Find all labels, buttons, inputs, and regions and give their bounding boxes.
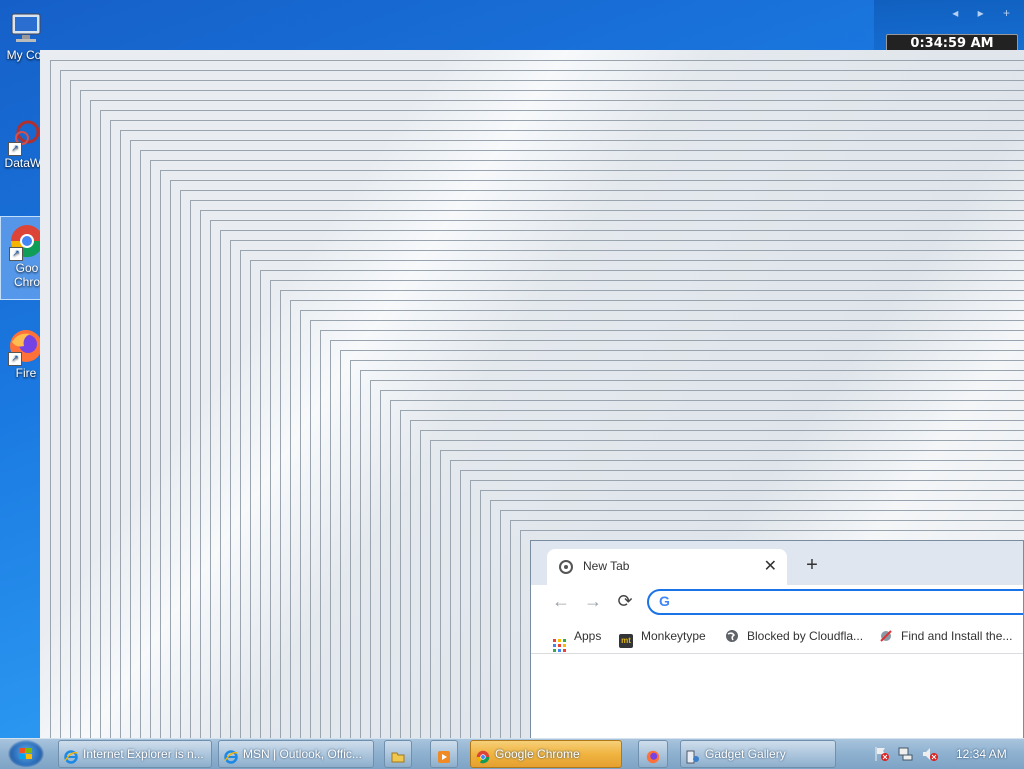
bookmark-find-and-install[interactable]: Find and Install the...: [879, 629, 1012, 643]
shortcut-arrow-icon: ↗: [9, 247, 23, 261]
shortcut-arrow-icon: ↗: [8, 352, 22, 366]
chrome-icon: [476, 747, 490, 764]
bookmark-blocked-by-cloudflare[interactable]: Blocked by Cloudfla...: [725, 629, 863, 643]
taskbar-button-label: Internet Explorer is n...: [83, 747, 204, 761]
tab-new-tab[interactable]: New Tab ✕: [547, 549, 787, 585]
monkeytype-icon: mt: [619, 634, 633, 648]
address-bar[interactable]: G: [647, 589, 1023, 615]
shortcut-arrow-icon: ↗: [8, 142, 22, 156]
ie-icon: [224, 747, 238, 764]
apps-grid-icon: [553, 639, 566, 652]
taskbar-button-msn[interactable]: MSN | Outlook, Offic...: [218, 740, 374, 768]
explorer-folder-icon: [391, 747, 405, 763]
action-center-flag-icon[interactable]: [874, 746, 890, 762]
firefox-icon: [646, 747, 660, 764]
volume-muted-icon[interactable]: [922, 746, 938, 762]
chrome-window[interactable]: New Tab ✕ + ← → ⟳ G Apps mt Monkeytype Bl…: [530, 540, 1024, 740]
google-g-icon: G: [659, 593, 670, 609]
back-arrow-icon[interactable]: ←: [549, 591, 573, 612]
taskbar-button-label: Gadget Gallery: [705, 747, 786, 761]
reload-icon[interactable]: ⟳: [613, 591, 637, 612]
taskbar-button-gadget-gallery[interactable]: Gadget Gallery: [680, 740, 836, 768]
taskbar-button-label: Google Chrome: [495, 747, 580, 761]
chrome-favicon-icon: [559, 560, 573, 574]
chrome-toolbar: ← → ⟳ G: [531, 585, 1023, 621]
taskbar-clock[interactable]: 12:34 AM: [956, 747, 1007, 761]
taskbar-button-explorer[interactable]: [384, 740, 412, 768]
address-input[interactable]: [679, 593, 1023, 613]
media-player-icon: [437, 747, 451, 763]
windows-logo-icon: [19, 748, 33, 760]
datawarrior-icon: ↗: [8, 118, 44, 156]
firefox-icon: ↗: [8, 328, 44, 366]
taskbar-button-google-chrome[interactable]: Google Chrome: [470, 740, 622, 768]
bookmark-label: Monkeytype: [641, 629, 706, 643]
ie-icon: [64, 747, 78, 764]
network-icon[interactable]: [898, 746, 914, 762]
close-tab-icon[interactable]: ✕: [764, 556, 777, 576]
desktop-icon-label: Goo Chro: [13, 261, 40, 289]
bookmark-label: Blocked by Cloudfla...: [747, 629, 864, 643]
globe-icon: [725, 629, 739, 643]
tab-title: New Tab: [583, 559, 630, 573]
start-button[interactable]: [8, 740, 44, 768]
taskbar: Internet Explorer is n... MSN | Outlook,…: [0, 738, 1024, 769]
computer-icon: [8, 10, 44, 46]
bookmark-apps[interactable]: Apps: [553, 629, 601, 652]
gadget-icon: [879, 629, 893, 643]
bookmarks-bar: Apps mt Monkeytype Blocked by Cloudfla...…: [531, 621, 1023, 654]
chrome-tabstrip: New Tab ✕ +: [531, 541, 1023, 585]
taskbar-button-label: MSN | Outlook, Offic...: [243, 747, 362, 761]
taskbar-button-internet-explorer[interactable]: Internet Explorer is n...: [58, 740, 212, 768]
gadget-nav-controls[interactable]: ◂ ▸ +: [952, 6, 1018, 20]
new-tab-page-content: [531, 654, 1023, 739]
new-tab-button[interactable]: +: [799, 553, 825, 579]
bookmark-monkeytype[interactable]: mt Monkeytype: [619, 629, 706, 648]
bookmark-label: Apps: [574, 629, 602, 643]
gadget-gallery-icon: [686, 747, 700, 764]
taskbar-button-firefox[interactable]: [638, 740, 668, 768]
forward-arrow-icon[interactable]: →: [581, 591, 605, 612]
taskbar-button-media-player[interactable]: [430, 740, 458, 768]
bookmark-label: Find and Install the...: [901, 629, 1013, 643]
